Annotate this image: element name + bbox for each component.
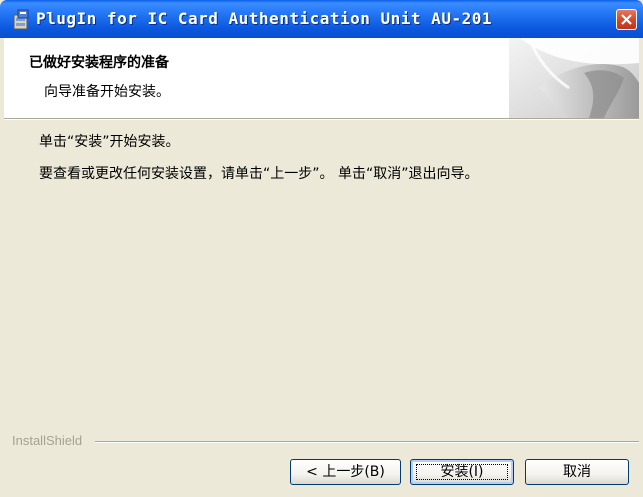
page-title: 已做好安装程序的准备 — [29, 55, 169, 71]
close-button[interactable] — [616, 9, 637, 30]
close-icon — [621, 14, 632, 25]
installer-window: PlugIn for IC Card Authentication Unit A… — [0, 0, 643, 497]
installshield-brand: InstallShield — [12, 433, 83, 448]
instruction-text-detail: 要查看或更改任何安装设置，请单击“上一步”。 单击“取消”退出向导。 — [39, 166, 479, 182]
window-title: PlugIn for IC Card Authentication Unit A… — [36, 9, 492, 28]
wizard-header: 已做好安装程序的准备 向导准备开始安装。 — [4, 38, 639, 118]
page-subtitle: 向导准备开始安装。 — [44, 84, 170, 100]
title-bar[interactable]: PlugIn for IC Card Authentication Unit A… — [0, 0, 643, 38]
decorative-corner-art — [509, 38, 639, 118]
cancel-button[interactable]: 取消 — [525, 459, 629, 485]
instruction-text: 单击“安装”开始安装。 — [39, 134, 180, 150]
back-button-label: < 上一步(B) — [306, 464, 385, 480]
install-button[interactable]: 安装(I) — [410, 459, 514, 485]
installer-app-icon — [11, 9, 31, 31]
install-button-label: 安装(I) — [440, 464, 484, 480]
back-button[interactable]: < 上一步(B) — [290, 459, 401, 485]
cancel-button-label: 取消 — [563, 464, 591, 480]
